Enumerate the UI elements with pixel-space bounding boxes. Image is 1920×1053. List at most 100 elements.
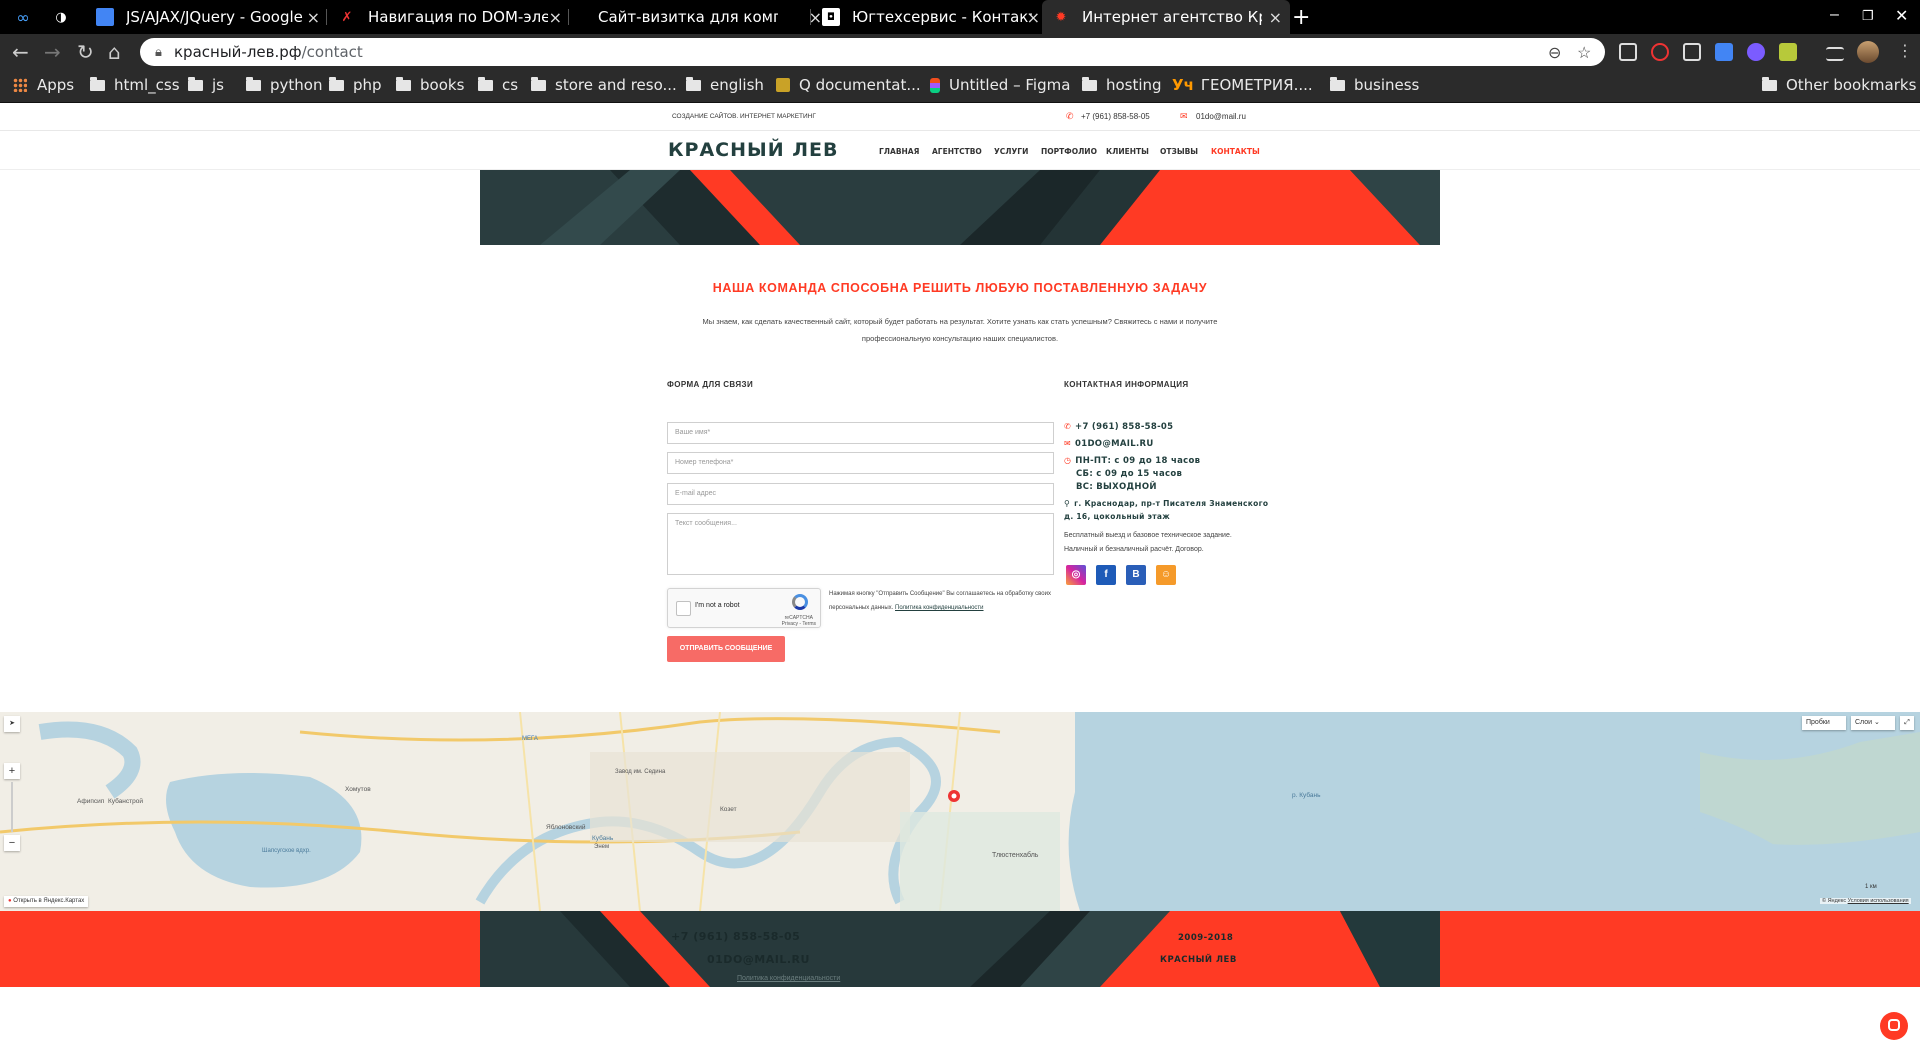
recaptcha-checkbox[interactable] (676, 601, 691, 616)
fullscreen-icon[interactable]: ⤢ (1900, 716, 1914, 730)
bookmark-apps[interactable]: Apps (13, 76, 74, 94)
new-tab-button[interactable]: + (1292, 0, 1312, 34)
other-bookmarks[interactable]: Other bookmarks (1762, 76, 1916, 94)
geolocation-icon[interactable]: ➤ (4, 716, 20, 732)
contact-email[interactable]: ✉ 01DO@MAIL.RU (1064, 439, 1154, 449)
avatar[interactable] (1857, 41, 1879, 63)
footer-email[interactable]: 01DO@MAIL.RU (707, 953, 810, 966)
bookmark-js[interactable]: js (188, 76, 224, 94)
yandex-map[interactable]: Афипсип Кубанстрой Хомутов Шапсугское вд… (0, 712, 1920, 911)
tab-pinned-2[interactable]: ◑ (52, 0, 80, 34)
translate-icon[interactable] (1715, 43, 1733, 61)
extension-target-icon[interactable] (1651, 43, 1669, 61)
minimize-icon[interactable]: – (1830, 6, 1839, 24)
instagram-icon[interactable]: ◎ (1066, 565, 1086, 585)
forward-icon[interactable]: → (44, 40, 61, 64)
bookmark-business[interactable]: business (1330, 76, 1419, 94)
bookmark-hosting[interactable]: hosting (1082, 76, 1162, 94)
close-window-icon[interactable]: ✕ (1895, 6, 1908, 26)
extension-green-icon[interactable] (1779, 43, 1797, 61)
message-textarea[interactable]: Текст сообщения... (667, 513, 1054, 575)
bookmark-english[interactable]: english (686, 76, 764, 94)
bookmark-star-icon[interactable]: ☆ (1577, 43, 1591, 63)
tab-pinned-1[interactable]: ∞ (14, 0, 42, 34)
email-field[interactable]: E-mail адрес (667, 483, 1054, 505)
open-in-yandex-link[interactable]: ● Открыть в Яндекс.Картах (4, 896, 89, 907)
bookmark-html-css[interactable]: html_css (90, 76, 180, 94)
extension-jb-icon[interactable] (1683, 43, 1701, 61)
phone-field[interactable]: Номер телефона* (667, 452, 1054, 474)
privacy-policy-link[interactable]: Политика конфиденциальности (895, 605, 984, 611)
traffic-button[interactable]: Пробки (1802, 716, 1846, 730)
zoom-in-button[interactable]: + (4, 763, 20, 779)
tab-dom-navigation[interactable]: ✗ Навигация по DOM-элем × (332, 0, 570, 34)
close-icon[interactable]: × (1269, 8, 1282, 27)
folder-icon (396, 76, 411, 91)
zoom-icon[interactable]: ⊖ (1548, 43, 1561, 63)
contact-hours-sat: СБ: с 09 до 15 часов (1076, 469, 1183, 479)
close-icon[interactable]: × (549, 8, 562, 27)
contact-phone[interactable]: ✆ +7 (961) 858-58-05 (1064, 422, 1173, 432)
terms-link[interactable]: Условия использования (1848, 898, 1909, 904)
name-field[interactable]: Ваше имя* (667, 422, 1054, 444)
nav-reviews[interactable]: ОТЗЫВЫ (1160, 147, 1198, 156)
layers-button[interactable]: Слои ⌄ (1851, 716, 1895, 730)
tool-icon: ✗ (341, 9, 353, 25)
apps-grid-icon (13, 78, 27, 92)
address-bar[interactable]: 🔒︎ красный-лев.рф/contact ⊖ ☆ (140, 38, 1605, 66)
media-list-icon[interactable] (1826, 47, 1844, 61)
contact-address-2: д. 16, цокольный этаж (1064, 512, 1171, 521)
extension-icon[interactable] (1619, 43, 1637, 61)
browser-toolbar: ← → ↻ ⌂ 🔒︎ красный-лев.рф/contact ⊖ ☆ ⋮ (0, 34, 1920, 70)
tab-yugtechservice[interactable]: ◘ Югтехсервис - Контактна × (816, 0, 1048, 34)
bookmark-python[interactable]: python (246, 76, 322, 94)
infinity-icon: ∞ (16, 7, 30, 27)
extension-circle-icon[interactable] (1747, 43, 1765, 61)
folder-icon (90, 76, 105, 91)
bookmark-cs[interactable]: cs (478, 76, 518, 94)
tab-google-doc[interactable]: JS/AJAX/JQuery - Google × (90, 0, 328, 34)
site-logo[interactable]: КРАСНЫЙ ЛЕВ (668, 139, 838, 161)
reload-icon[interactable]: ↻ (77, 40, 94, 64)
topbar-email[interactable]: 01do@mail.ru (1196, 112, 1246, 121)
site-favicon-icon: ◘ (822, 8, 840, 26)
home-icon[interactable]: ⌂ (108, 40, 121, 64)
zoom-slider[interactable] (11, 782, 13, 832)
bookmark-php[interactable]: php (329, 76, 382, 94)
footer-years: 2009-2018 (1178, 933, 1234, 943)
mail-icon: ✉ (1180, 111, 1188, 121)
bookmark-store[interactable]: store and reso... (531, 76, 677, 94)
paw-icon: ✹ (1055, 9, 1067, 25)
bookmark-figma[interactable]: Untitled – Figma (930, 76, 1070, 94)
topbar-phone[interactable]: +7 (961) 858-58-05 (1081, 112, 1150, 121)
submit-button[interactable]: ОТПРАВИТЬ СООБЩЕНИЕ (667, 636, 785, 662)
mail-icon: ✉ (1064, 439, 1072, 448)
uch-icon: Уч (1172, 76, 1194, 94)
map-graphic (0, 712, 1920, 911)
facebook-icon[interactable]: f (1096, 565, 1116, 585)
close-icon[interactable]: × (1027, 8, 1040, 27)
menu-icon[interactable]: ⋮ (1897, 41, 1913, 60)
nav-portfolio[interactable]: ПОРТФОЛИО (1041, 147, 1097, 156)
zoom-out-button[interactable]: − (4, 835, 20, 851)
restore-icon[interactable]: ❐ (1862, 8, 1874, 24)
back-icon[interactable]: ← (12, 40, 29, 64)
bookmark-books[interactable]: books (396, 76, 464, 94)
nav-agency[interactable]: АГЕНТСТВО (932, 147, 982, 156)
nav-clients[interactable]: КЛИЕНТЫ (1106, 147, 1149, 156)
tab-active-red-lion[interactable]: ✹ Интернет агентство Крас × (1042, 0, 1290, 34)
chat-widget-button[interactable] (1880, 1012, 1908, 1040)
browser-tab-bar: ∞ ◑ JS/AJAX/JQuery - Google × ✗ Навигаци… (0, 0, 1920, 34)
footer-phone[interactable]: +7 (961) 858-58-05 (671, 930, 800, 943)
nav-contacts[interactable]: КОНТАКТЫ (1211, 147, 1260, 156)
nav-home[interactable]: ГЛАВНАЯ (879, 147, 919, 156)
footer-policy-link[interactable]: Политика конфиденциальности (737, 975, 840, 982)
bookmark-geometry[interactable]: Уч ГЕОМЕТРИЯ.... (1172, 76, 1313, 94)
vk-icon[interactable]: В (1126, 565, 1146, 585)
close-icon[interactable]: × (307, 8, 320, 27)
nav-services[interactable]: УСЛУГИ (994, 147, 1028, 156)
bookmark-q-docs[interactable]: Q documentat... (776, 76, 921, 94)
contact-hours: ◷ ПН-ПТ: с 09 до 18 часов (1064, 456, 1201, 466)
tab-business-card-site[interactable]: Сайт-визитка для компа × (574, 0, 830, 34)
odnoklassniki-icon[interactable]: ☺ (1156, 565, 1176, 585)
